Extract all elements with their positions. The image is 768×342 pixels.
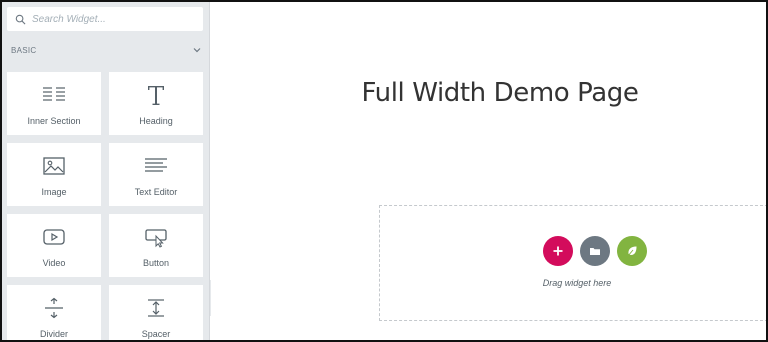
widget-image[interactable]: Image xyxy=(7,143,101,206)
search-input[interactable] xyxy=(32,13,192,25)
widget-button[interactable]: Button xyxy=(109,214,203,277)
widget-inner-section[interactable]: Inner Section xyxy=(7,72,101,135)
widget-label: Image xyxy=(41,187,67,197)
add-template-button[interactable] xyxy=(580,236,610,266)
image-icon xyxy=(42,155,66,177)
inner-section-icon xyxy=(42,84,66,106)
heading-icon xyxy=(144,84,168,106)
widget-label: Spacer xyxy=(141,329,171,339)
widget-label: Heading xyxy=(139,116,173,126)
plus-icon xyxy=(553,246,563,256)
text-editor-icon xyxy=(144,155,168,177)
chevron-down-icon xyxy=(193,48,201,53)
widget-label: Video xyxy=(42,258,66,268)
widget-label: Inner Section xyxy=(27,116,81,126)
empty-section-drop-zone[interactable]: Drag widget here xyxy=(379,205,766,321)
folder-icon xyxy=(590,248,600,255)
spacer-icon xyxy=(144,297,168,319)
category-title: BASIC xyxy=(11,45,37,55)
widget-video[interactable]: Video xyxy=(7,214,101,277)
widget-label: Button xyxy=(142,258,170,268)
widget-spacer[interactable]: Spacer xyxy=(109,285,203,340)
leaf-icon xyxy=(627,246,637,256)
widget-label: Divider xyxy=(39,329,68,339)
widget-heading[interactable]: Heading xyxy=(109,72,203,135)
search-box[interactable] xyxy=(7,7,203,31)
widget-panel: BASIC Inner Sectio xyxy=(2,2,210,340)
template-kit-button[interactable] xyxy=(617,236,647,266)
page-canvas: Full Width Demo Page Drag widget here xyxy=(211,2,766,340)
category-basic-header[interactable]: BASIC xyxy=(2,39,210,61)
editor-window: BASIC Inner Sectio xyxy=(0,0,768,342)
video-icon xyxy=(42,226,66,248)
widget-text-editor[interactable]: Text Editor xyxy=(109,143,203,206)
widget-label: Text Editor xyxy=(134,187,178,197)
drop-hint-text: Drag widget here xyxy=(542,278,612,288)
divider-icon xyxy=(42,297,66,319)
widget-divider[interactable]: Divider xyxy=(7,285,101,340)
button-icon xyxy=(144,226,168,248)
add-section-button[interactable] xyxy=(543,236,573,266)
search-icon xyxy=(15,14,26,24)
page-title: Full Width Demo Page xyxy=(361,78,639,108)
